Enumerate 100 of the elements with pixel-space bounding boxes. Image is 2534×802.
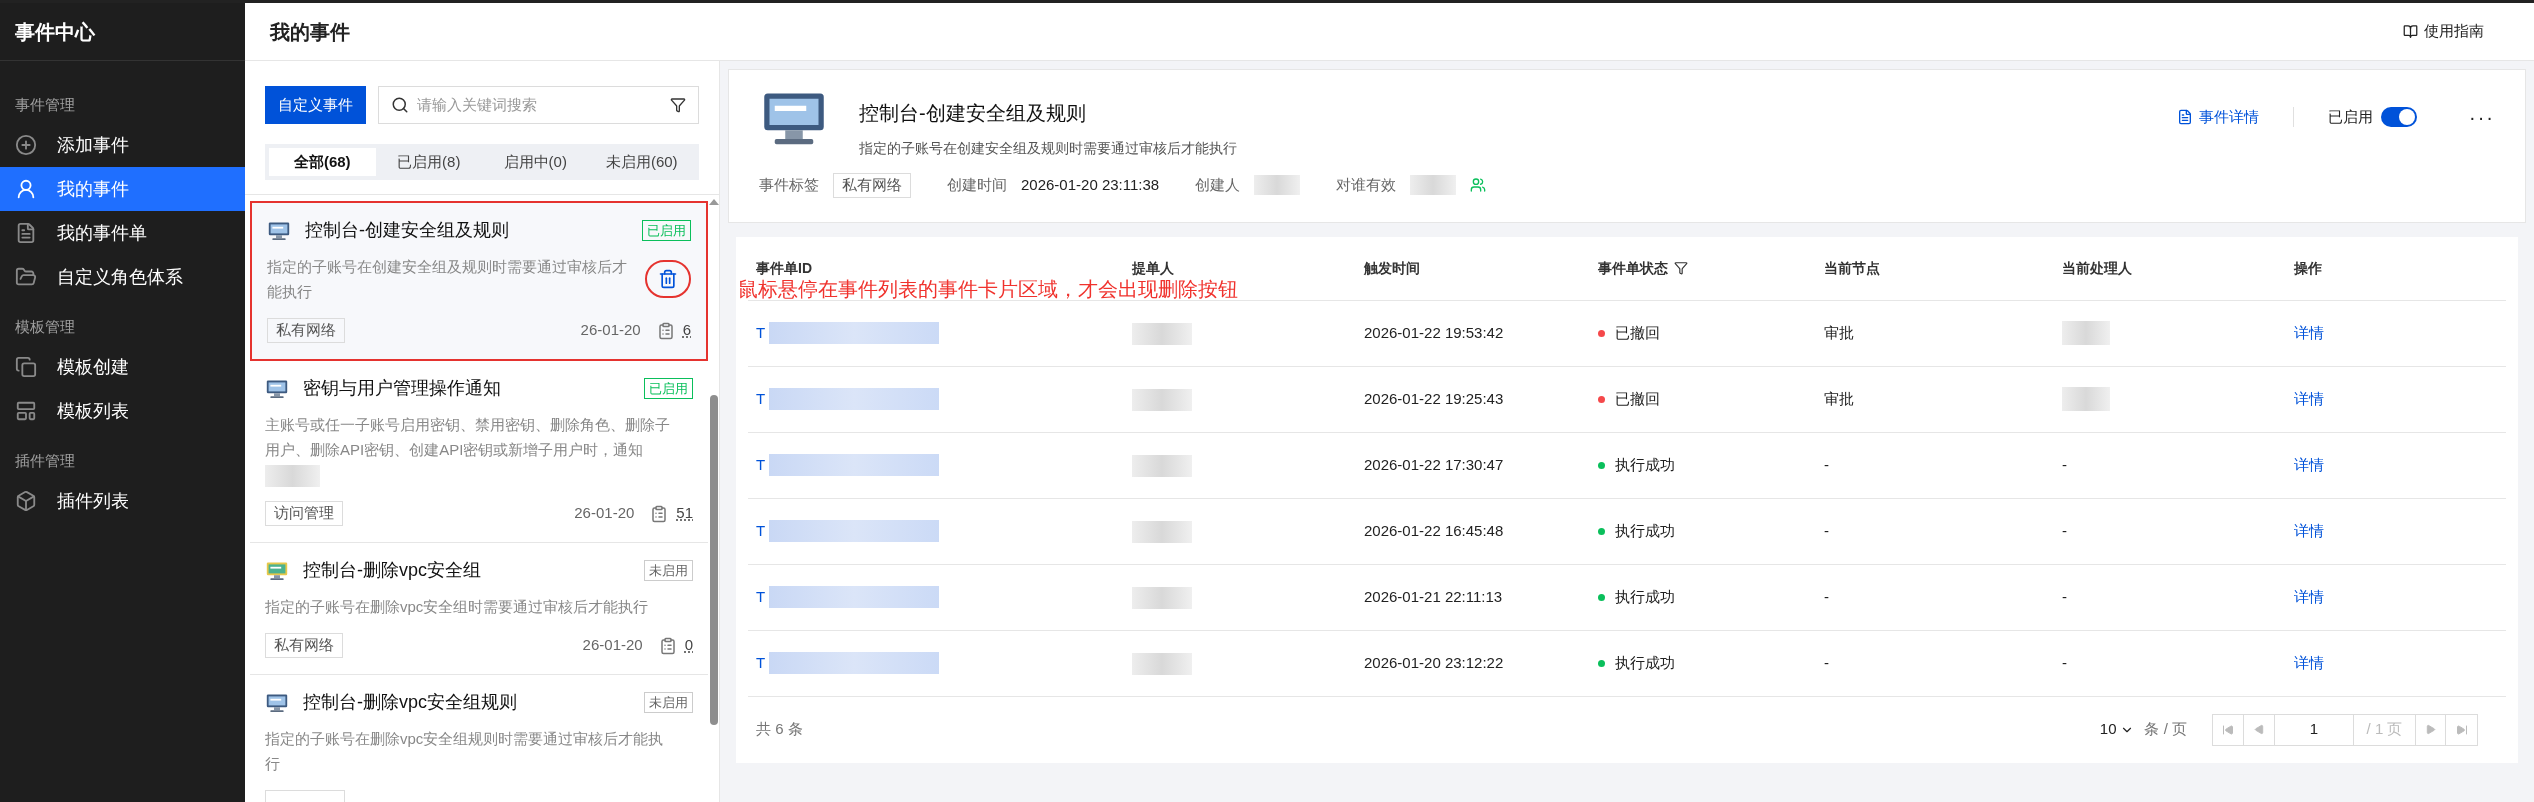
card-tag: 访问管理 <box>265 501 343 527</box>
details-link[interactable]: 详情 <box>2294 587 2324 605</box>
card-description: 主账号或任一子账号启用密钥、禁用密钥、删除角色、删除子用户、删除API密钥、创建API密钥或新增子用户时，通知 <box>265 412 675 488</box>
filter-icon[interactable] <box>1674 261 1688 275</box>
ticket-count[interactable]: 51 <box>676 502 693 525</box>
redacted-block <box>1410 175 1457 196</box>
search-field[interactable]: 请输入关键词搜索 <box>417 93 662 117</box>
current-handler: - <box>2062 587 2067 605</box>
section-heading: 事件管理 <box>14 94 76 115</box>
node-name: - <box>1824 521 1829 539</box>
clipboard-icon <box>650 504 669 523</box>
node-name: - <box>1824 587 1829 605</box>
current-handler: - <box>2062 653 2067 671</box>
trigger-time: 2026-01-22 19:53:42 <box>1364 323 1504 341</box>
filter-tab[interactable]: 已启用(8) <box>375 148 482 176</box>
scrollbar-thumb[interactable] <box>709 395 718 725</box>
ticket-status: 执行成功 <box>1615 652 1675 673</box>
app-title: 事件中心 <box>15 19 95 45</box>
event-details-link[interactable]: 事件详情 <box>2177 105 2259 129</box>
trigger-time: 2026-01-21 22:11:13 <box>1364 587 1503 605</box>
event-card[interactable]: 控制台-创建安全组及规则 已启用 指定的子账号在创建安全组及规则时需要通过审核后才能执行 私有网络 26-01-20 6 <box>250 201 708 361</box>
details-link[interactable]: 详情 <box>2294 521 2324 539</box>
page-input[interactable]: 1 <box>2275 714 2354 745</box>
node-name: 审批 <box>1824 323 1854 341</box>
trigger-time: 2026-01-22 16:45:48 <box>1364 521 1504 539</box>
next-icon <box>2425 724 2436 735</box>
current-handler: - <box>2062 455 2067 473</box>
status-tag: 未启用 <box>644 559 693 582</box>
sidebar-item[interactable]: 添加事件 <box>0 123 245 167</box>
meta-label: 事件标签 <box>759 175 819 195</box>
section-heading: 插件管理 <box>14 450 76 471</box>
clipboard-icon <box>658 636 677 655</box>
redacted-block <box>1132 520 1192 543</box>
ticket-id-link[interactable]: T <box>756 519 766 543</box>
node-name: - <box>1824 653 1829 671</box>
column-header: 当前节点 <box>1824 258 1880 278</box>
ticket-id-link[interactable]: T <box>756 321 766 345</box>
node-name: 审批 <box>1824 389 1854 407</box>
card-tag: 私有网络 <box>267 318 345 343</box>
redacted-block <box>1132 454 1192 477</box>
card-tag: 私有网络 <box>265 633 343 659</box>
sidebar-item[interactable]: 模板创建 <box>0 345 245 389</box>
document-icon <box>15 222 37 244</box>
card-title: 密钥与用户管理操作通知 <box>303 377 502 400</box>
ticket-id-link[interactable]: T <box>756 651 766 675</box>
card-title: 控制台-删除vpc安全组规则 <box>303 691 518 715</box>
details-link[interactable]: 详情 <box>2294 323 2324 341</box>
card-description: 指定的子账号在删除vpc安全组规则时需要通过审核后才能执行 <box>265 729 665 775</box>
guide-link[interactable]: 使用指南 <box>2403 20 2509 43</box>
users-icon[interactable] <box>1470 177 1487 194</box>
annotation-text: 鼠标悬停在事件列表的事件卡片区域，才会出现删除按钮 <box>738 277 1238 302</box>
sidebar-item[interactable]: 我的事件单 <box>0 211 245 255</box>
ticket-id-link[interactable]: T <box>756 453 766 477</box>
sidebar-item[interactable]: 插件列表 <box>0 479 245 523</box>
details-link[interactable]: 详情 <box>2294 455 2324 473</box>
event-description: 指定的子账号在创建安全组及规则时需要通过审核后才能执行 <box>859 139 1238 158</box>
column-header: 操作 <box>2294 258 2322 278</box>
redacted-block <box>1132 652 1192 675</box>
card-title: 控制台-删除vpc安全组 <box>303 559 482 583</box>
sidebar-item[interactable]: 我的事件 <box>0 167 245 211</box>
delete-icon[interactable] <box>658 269 678 289</box>
page-size-select[interactable]: 10 <box>2099 718 2135 741</box>
meta-label: 对谁有效 <box>1336 175 1397 195</box>
filter-icon <box>670 97 686 113</box>
ticket-count[interactable]: 6 <box>682 319 691 342</box>
ticket-id-link[interactable]: T <box>756 585 766 609</box>
meta-label: 创建时间 <box>947 175 1007 195</box>
search-box[interactable]: 请输入关键词搜索 <box>378 86 699 124</box>
redacted-block <box>1132 388 1192 411</box>
redacted-block <box>1254 175 1301 196</box>
details-link[interactable]: 详情 <box>2294 389 2324 407</box>
column-header: 触发时间 <box>1364 258 1420 278</box>
ticket-id-link[interactable]: T <box>756 387 766 411</box>
card-description: 指定的子账号在创建安全组及规则时需要通过审核后才能执行 <box>267 257 628 302</box>
page-size-unit: 条 / 页 <box>2144 719 2187 740</box>
sidebar-item[interactable]: 模板列表 <box>0 389 245 433</box>
sidebar-item[interactable]: 自定义角色体系 <box>0 255 245 299</box>
more-button[interactable]: ··· <box>2469 102 2495 132</box>
page-total: / 1 页 <box>2354 714 2416 745</box>
column-header: 提单人 <box>1132 258 1174 278</box>
card-description: 指定的子账号在删除vpc安全组时需要通过审核后才能执行 <box>265 597 650 618</box>
card-date: 26-01-20 <box>580 320 641 341</box>
template-icon <box>15 400 37 422</box>
filter-tab[interactable]: 启用中(0) <box>482 148 589 176</box>
ticket-status: 执行成功 <box>1615 454 1675 475</box>
create-event-button[interactable]: 自定义事件 <box>265 86 366 124</box>
last-page-icon <box>2455 723 2468 736</box>
ticket-count[interactable]: 0 <box>684 634 693 657</box>
filter-tab[interactable]: 全部(68) <box>269 148 376 176</box>
meta-value: 2026-01-20 23:11:38 <box>1021 175 1160 195</box>
ticket-status: 已撤回 <box>1615 388 1660 409</box>
trigger-time: 2026-01-20 23:12:22 <box>1364 653 1504 671</box>
card-date: 26-01-20 <box>574 503 635 524</box>
details-link[interactable]: 详情 <box>2294 653 2324 671</box>
cube-icon <box>15 490 37 512</box>
filter-tab[interactable]: 未启用(60) <box>588 148 695 176</box>
enable-switch[interactable] <box>2381 107 2417 127</box>
section-heading: 模板管理 <box>14 316 76 337</box>
clipboard-icon <box>656 321 675 340</box>
column-header: 事件单状态 <box>1598 258 1668 278</box>
